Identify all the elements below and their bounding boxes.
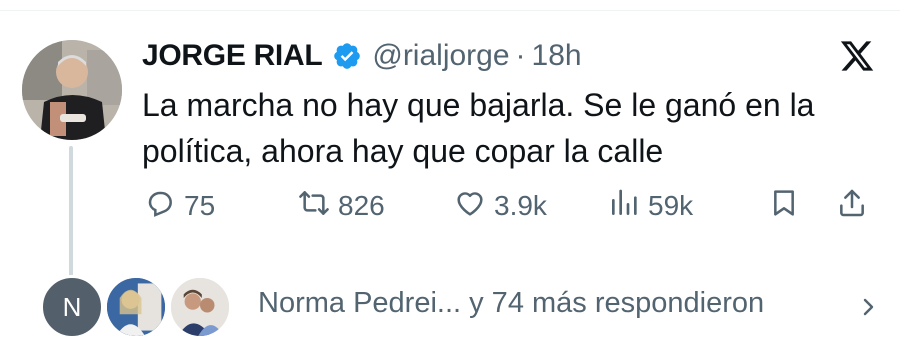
bookmark-button[interactable]: [768, 186, 800, 226]
reply-avatar-2-photo: [107, 278, 165, 336]
views-button[interactable]: 59k: [608, 186, 693, 226]
tweet-header: JORGE RIAL @rialjorge · 18h: [142, 36, 582, 76]
like-button[interactable]: 3.9k: [454, 186, 547, 226]
tweet-text: La marcha no hay que bajarla. Se le ganó…: [142, 87, 815, 169]
repost-count: 826: [338, 190, 385, 221]
reply-button[interactable]: 75: [144, 186, 215, 226]
reply-count: 75: [184, 190, 216, 221]
reply-icon: [144, 187, 176, 226]
thread-line: [69, 146, 73, 286]
like-icon: [454, 187, 486, 226]
reply-avatar-3[interactable]: [168, 275, 232, 339]
tweet-time[interactable]: 18h: [532, 39, 582, 73]
reply-avatar-2[interactable]: [104, 275, 168, 339]
top-divider: [0, 10, 900, 11]
separator-dot: ·: [515, 39, 526, 72]
views-count: 59k: [648, 190, 694, 221]
share-icon: [836, 187, 868, 226]
repost-button[interactable]: 826: [298, 186, 385, 226]
chevron-right-icon[interactable]: [856, 293, 880, 321]
author-handle[interactable]: @rialjorge: [372, 39, 509, 73]
reply-avatar-3-photo: [171, 278, 229, 336]
author-photo: [22, 40, 122, 140]
author-avatar[interactable]: [22, 40, 122, 140]
repost-icon: [298, 187, 330, 226]
share-button[interactable]: [836, 186, 868, 226]
x-logo-icon[interactable]: [838, 38, 876, 74]
replies-preview[interactable]: N Norma Pedrei... y 74 más respondieron: [40, 275, 890, 339]
views-icon: [608, 187, 640, 226]
author-name[interactable]: JORGE RIAL: [142, 39, 323, 73]
like-count: 3.9k: [494, 190, 547, 221]
tweet-actions: 75 826 3.9k 59k: [142, 186, 882, 226]
reply-avatar-initial[interactable]: N: [40, 275, 104, 339]
replies-summary[interactable]: Norma Pedrei... y 74 más respondieron: [258, 287, 764, 320]
verified-badge-icon: [332, 41, 362, 71]
bookmark-icon: [768, 187, 800, 226]
avatar-initial-letter: N: [62, 291, 82, 322]
